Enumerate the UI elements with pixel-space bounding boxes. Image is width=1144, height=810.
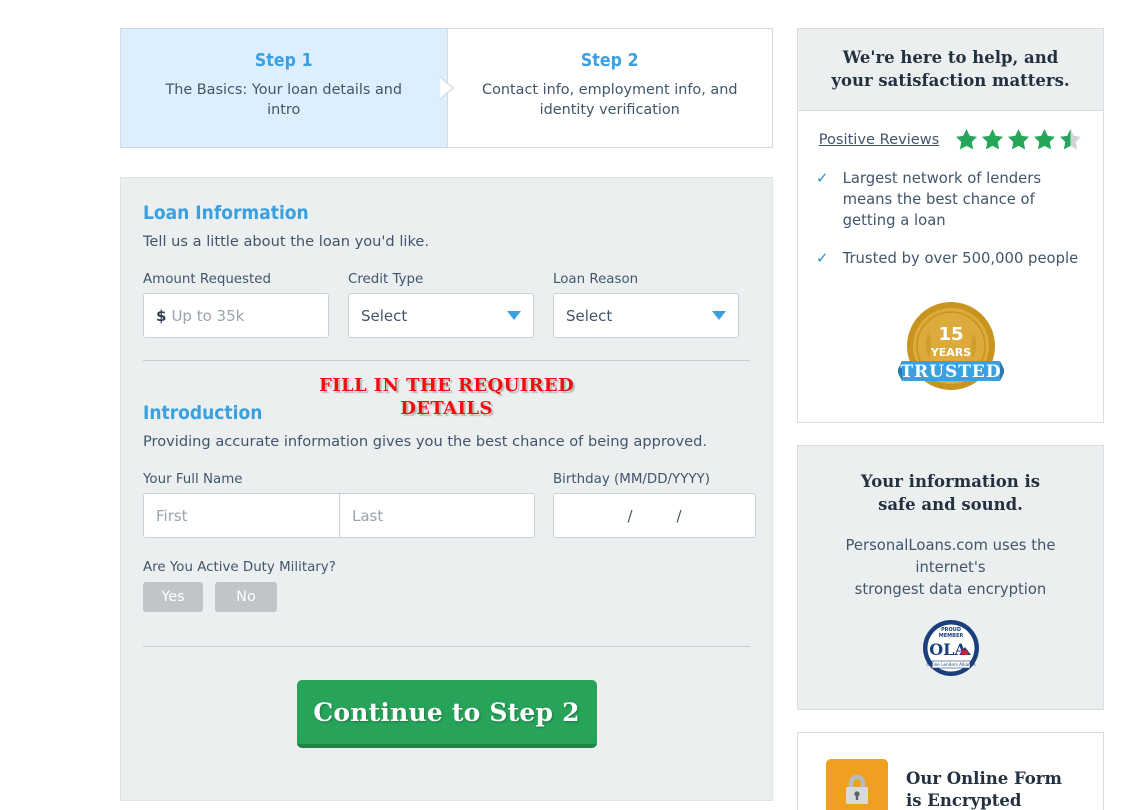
svg-text:Online Lenders Alliance: Online Lenders Alliance: [926, 662, 976, 667]
first-name-input[interactable]: First: [143, 493, 339, 538]
credit-type-select[interactable]: Select: [348, 293, 534, 338]
help-panel: We're here to help, and your satisfactio…: [797, 28, 1104, 423]
loan-reason-label: Loan Reason: [553, 272, 639, 287]
list-item: ✓ Largest network of lenders means the b…: [816, 168, 1083, 231]
loan-application-page: Step 1 The Basics: Your loan details and…: [0, 0, 1144, 810]
military-question-label: Are You Active Duty Military?: [143, 560, 336, 575]
step-tab-2[interactable]: Step 2 Contact info, employment info, an…: [446, 29, 773, 147]
safe-panel-headline: Your information is safe and sound.: [820, 470, 1081, 516]
step-progress-tabs: Step 1 The Basics: Your loan details and…: [120, 28, 773, 148]
lock-icon-tile: [826, 759, 888, 810]
birthday-input[interactable]: / /: [553, 493, 756, 538]
introduction-section: Introduction Providing accurate informat…: [143, 402, 756, 748]
loan-reason-field: Loan Reason Select: [553, 272, 739, 338]
full-name-label: Your Full Name: [143, 472, 243, 487]
step-2-description: Contact info, employment info, and ident…: [482, 82, 738, 118]
safe-headline-line-1: Your information is: [860, 472, 1041, 491]
ola-badge-container: PROUD MEMBER OLA Online Lenders Alliance: [820, 617, 1081, 683]
encrypted-row: Our Online Form is Encrypted: [798, 759, 1103, 810]
star-half-icon: [1060, 128, 1082, 150]
name-birthday-row: Your Full Name First Last Birthday (MM/D…: [143, 472, 756, 538]
svg-text:MEMBER: MEMBER: [938, 633, 963, 639]
continue-to-step-2-button[interactable]: Continue to Step 2: [296, 680, 597, 748]
amount-requested-input[interactable]: $ Up to 35k: [143, 293, 329, 338]
first-name-placeholder: First: [156, 506, 188, 525]
chevron-right-icon: [437, 75, 456, 101]
help-headline-line-2: your satisfaction matters.: [831, 71, 1070, 90]
birthday-field: Birthday (MM/DD/YYYY) / /: [553, 472, 756, 538]
loan-form-card: Loan Information Tell us a little about …: [120, 177, 773, 801]
credit-type-field: Credit Type Select: [348, 272, 534, 338]
amount-requested-field: Amount Requested $ Up to 35k: [143, 272, 329, 338]
introduction-heading: Introduction: [143, 402, 263, 424]
star-icon: [956, 128, 978, 150]
name-input-group: First Last: [143, 493, 535, 538]
currency-symbol: $: [156, 306, 167, 325]
benefit-text: Largest network of lenders means the bes…: [842, 170, 1042, 229]
birthday-separator-2: /: [676, 506, 682, 525]
chevron-down-icon: [507, 311, 521, 320]
list-item: ✓ Trusted by over 500,000 people: [816, 248, 1083, 269]
star-icon: [1034, 128, 1056, 150]
step-1-description: The Basics: Your loan details and intro: [165, 82, 403, 118]
check-icon: ✓: [816, 169, 829, 187]
star-icon: [1008, 128, 1030, 150]
loan-fields-row: Amount Requested $ Up to 35k Credit Type…: [143, 272, 750, 338]
svg-text:TRUSTED: TRUSTED: [900, 362, 1001, 382]
last-name-placeholder: Last: [352, 506, 384, 525]
check-icon: ✓: [816, 249, 829, 267]
last-name-input[interactable]: Last: [339, 493, 535, 538]
loan-information-subheading: Tell us a little about the loan you'd li…: [143, 233, 429, 250]
help-headline-line-1: We're here to help, and: [842, 48, 1059, 67]
loan-information-heading: Loan Information: [143, 202, 309, 224]
safe-information-panel: Your information is safe and sound. Pers…: [797, 445, 1104, 710]
military-no-button[interactable]: No: [215, 582, 277, 612]
help-panel-headline: We're here to help, and your satisfactio…: [798, 29, 1103, 111]
sidebar: We're here to help, and your satisfactio…: [797, 28, 1104, 810]
loan-reason-value: Select: [566, 306, 613, 325]
ola-badge-icon: PROUD MEMBER OLA Online Lenders Alliance: [922, 620, 979, 676]
amount-placeholder: Up to 35k: [171, 306, 245, 325]
step-tab-1[interactable]: Step 1 The Basics: Your loan details and…: [121, 29, 454, 147]
annotation-line-1: FILL IN THE REQUIRED: [318, 375, 575, 396]
safe-headline-line-2: safe and sound.: [878, 495, 1023, 514]
positive-reviews-link[interactable]: Positive Reviews: [819, 131, 940, 148]
loan-reason-select[interactable]: Select: [553, 293, 739, 338]
safe-body-line-1: PersonalLoans.com uses the internet's: [845, 537, 1056, 576]
star-icon: [982, 128, 1004, 150]
safe-panel-body: Your information is safe and sound. Pers…: [798, 446, 1103, 709]
encrypted-form-panel: Our Online Form is Encrypted: [797, 732, 1104, 810]
trusted-seal-container: 15 YEARS TRUSTED: [798, 292, 1103, 422]
encrypted-line-2: is Encrypted: [906, 791, 1022, 810]
lock-icon: [846, 774, 868, 804]
step-2-title: Step 2: [580, 51, 639, 71]
trusted-seal-icon: 15 YEARS TRUSTED: [896, 302, 1005, 390]
benefit-text: Trusted by over 500,000 people: [842, 250, 1079, 267]
bottom-divider: [143, 646, 750, 647]
star-rating: [955, 128, 1082, 150]
encrypted-text: Our Online Form is Encrypted: [906, 768, 1062, 810]
credit-type-value: Select: [361, 306, 408, 325]
cta-container: Continue to Step 2: [143, 680, 750, 748]
amount-requested-label: Amount Requested: [143, 272, 272, 287]
birthday-separator-1: /: [627, 506, 633, 525]
safe-panel-body-text: PersonalLoans.com uses the internet's st…: [820, 535, 1081, 601]
step-1-title: Step 1: [254, 51, 313, 71]
svg-text:YEARS: YEARS: [929, 346, 970, 359]
svg-text:15: 15: [938, 324, 963, 345]
introduction-subheading: Providing accurate information gives you…: [143, 433, 707, 450]
credit-type-label: Credit Type: [348, 272, 424, 287]
section-divider: [143, 360, 750, 361]
military-toggle-group: Yes No: [143, 582, 750, 612]
safe-body-line-2: strongest data encryption: [854, 581, 1047, 598]
svg-text:OLA: OLA: [929, 640, 967, 659]
birthday-label: Birthday (MM/DD/YYYY): [553, 472, 710, 487]
military-yes-button[interactable]: Yes: [143, 582, 203, 612]
full-name-field: Your Full Name First Last: [143, 472, 535, 538]
encrypted-line-1: Our Online Form: [906, 769, 1062, 788]
benefits-list: ✓ Largest network of lenders means the b…: [798, 164, 1103, 292]
chevron-down-icon: [712, 311, 726, 320]
reviews-row: Positive Reviews: [798, 111, 1103, 164]
